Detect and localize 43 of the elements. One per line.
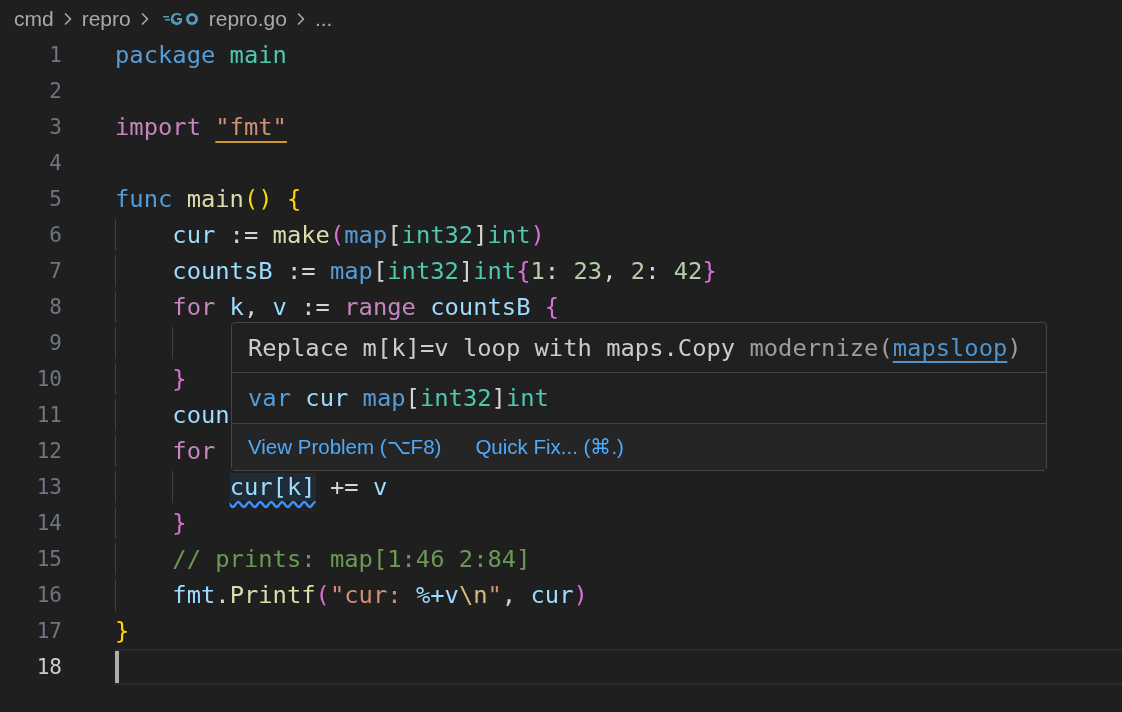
line-number: 13: [35, 475, 62, 499]
code-line: // prints: map[1:46 2:84]: [172, 545, 531, 573]
line-number: 6: [48, 223, 62, 247]
code-line: }: [172, 365, 187, 393]
code-line: import "fmt": [115, 113, 287, 141]
line-number: 5: [48, 187, 62, 211]
code-line: coun: [172, 401, 230, 429]
line-number: 16: [35, 583, 62, 607]
line-number: 9: [48, 331, 62, 355]
line-number: 3: [48, 115, 62, 139]
code-line: func main() {: [115, 185, 302, 213]
line-number: 14: [35, 511, 62, 535]
action-link[interactable]: Quick Fix... (⌘.): [475, 435, 624, 459]
code-line: for k, v := range countsB {: [172, 293, 560, 321]
breadcrumb-item[interactable]: repro.go: [208, 6, 287, 31]
breadcrumb-item[interactable]: ...: [314, 6, 333, 31]
line-number: 1: [48, 43, 62, 67]
code-line: cur[k] += v: [229, 473, 388, 501]
code-line: }: [172, 509, 187, 537]
line-number: 7: [48, 259, 62, 283]
code-line: for: [172, 437, 216, 465]
line-number: 11: [35, 403, 62, 427]
action-link[interactable]: View Problem (⌥F8): [248, 435, 442, 459]
line-number: 8: [48, 295, 62, 319]
code-line: package main: [115, 41, 287, 69]
rule-link[interactable]: mapsloop: [892, 333, 1008, 362]
line-number: 12: [35, 439, 62, 463]
breadcrumb-item[interactable]: cmd: [14, 6, 54, 31]
breadcrumb-item[interactable]: repro: [81, 6, 131, 31]
type-signature: var cur map[int32]int: [248, 384, 549, 412]
text-cursor: [115, 651, 119, 683]
code-line: fmt.Printf("cur: %+v\n", cur): [172, 581, 588, 609]
line-number: 4: [48, 151, 62, 175]
problem-message: Replace m[k]=v loop with maps.Copy modernize(mapsloop): [248, 333, 1022, 362]
go-file-icon: [162, 11, 201, 26]
line-number: 15: [35, 547, 62, 571]
line-number: 10: [35, 367, 62, 391]
line-number: 18: [35, 655, 62, 679]
line-number: 2: [48, 79, 62, 103]
code-line: cur := make(map[int32]int): [172, 221, 545, 249]
code-line: }: [115, 617, 130, 645]
code-line: countsB := map[int32]int{1: 23, 2: 42}: [172, 257, 717, 285]
line-number: 17: [35, 619, 62, 643]
